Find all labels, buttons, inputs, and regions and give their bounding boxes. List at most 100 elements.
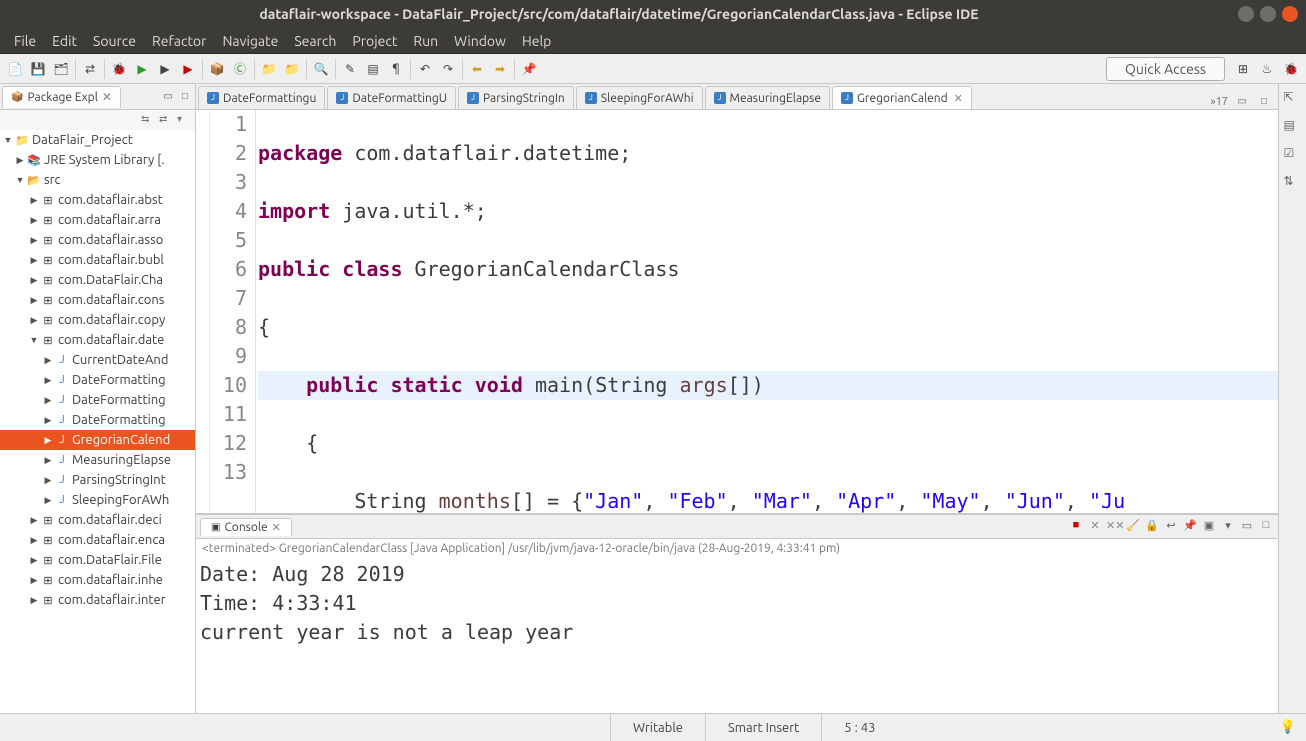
task-list-button[interactable]: ☑ xyxy=(1284,146,1302,164)
terminate-button[interactable]: ■ xyxy=(1068,519,1084,535)
scroll-lock-button[interactable]: 🔒 xyxy=(1144,519,1160,535)
toggle-mark-button[interactable]: ✎ xyxy=(339,58,361,80)
close-icon[interactable]: ✕ xyxy=(272,521,281,534)
package-node[interactable]: ▶⊞com.dataflair.deci xyxy=(0,510,195,530)
menu-search[interactable]: Search xyxy=(286,33,344,49)
java-file-node[interactable]: ▶JCurrentDateAnd xyxy=(0,350,195,370)
whitespace-button[interactable]: ¶ xyxy=(385,58,407,80)
menu-run[interactable]: Run xyxy=(405,33,446,49)
pin-button[interactable]: 📌 xyxy=(518,58,540,80)
open-perspective-button[interactable]: ⊞ xyxy=(1232,58,1254,80)
tab-dateformattingu[interactable]: JDateFormattingu xyxy=(198,86,325,109)
prev-annotation-button[interactable]: ↶ xyxy=(414,58,436,80)
tab-overflow[interactable]: »17 ▭ □ xyxy=(1210,95,1278,109)
coverage-button[interactable]: ▶ xyxy=(154,58,176,80)
quick-access[interactable]: Quick Access xyxy=(1106,57,1225,81)
package-node[interactable]: ▶⊞com.dataflair.asso xyxy=(0,230,195,250)
code-editor[interactable]: 1 2 3 4 5 6 7 8 9 10 11 12 13 package co… xyxy=(196,110,1278,513)
open-type-button[interactable]: 📁 xyxy=(258,58,280,80)
java-file-node[interactable]: ▶JSleepingForAWh xyxy=(0,490,195,510)
package-node[interactable]: ▶⊞com.DataFlair.Cha xyxy=(0,270,195,290)
package-node[interactable]: ▶⊞com.dataflair.cons xyxy=(0,290,195,310)
pin-console-button[interactable]: 📌 xyxy=(1182,519,1198,535)
link-editor-button[interactable]: ⇄ xyxy=(159,113,173,127)
package-node-open[interactable]: ▼⊞com.dataflair.date xyxy=(0,330,195,350)
menu-source[interactable]: Source xyxy=(85,33,144,49)
tab-dateformatting-upper[interactable]: JDateFormattingU xyxy=(327,86,456,109)
display-console-button[interactable]: ▣ xyxy=(1201,519,1217,535)
debug-button[interactable]: 🐞 xyxy=(108,58,130,80)
new-button[interactable]: 📄 xyxy=(4,58,26,80)
console-output[interactable]: Date: Aug 28 2019Time: 4:33:41current ye… xyxy=(196,558,1278,713)
tab-parsingstringin[interactable]: JParsingStringIn xyxy=(458,86,574,109)
menu-help[interactable]: Help xyxy=(514,33,559,49)
menu-navigate[interactable]: Navigate xyxy=(214,33,286,49)
menu-project[interactable]: Project xyxy=(344,33,405,49)
clear-console-button[interactable]: 🧹 xyxy=(1125,519,1141,535)
tip-icon[interactable]: 💡 xyxy=(1280,720,1306,735)
package-explorer-tab[interactable]: 📦 Package Expl ✕ xyxy=(2,86,121,108)
back-button[interactable]: ⬅ xyxy=(466,58,488,80)
toggle-button[interactable]: ⇄ xyxy=(79,58,101,80)
code-content[interactable]: package com.dataflair.datetime; import j… xyxy=(256,110,1278,513)
jre-library-node[interactable]: ▶📚JRE System Library [. xyxy=(0,150,195,170)
remove-all-button[interactable]: ✕✕ xyxy=(1106,519,1122,535)
java-file-node[interactable]: ▶JDateFormatting xyxy=(0,410,195,430)
close-button[interactable] xyxy=(1282,6,1298,22)
package-node[interactable]: ▶⊞com.DataFlair.File xyxy=(0,550,195,570)
open-task-button[interactable]: 📁 xyxy=(281,58,303,80)
package-node[interactable]: ▶⊞com.dataflair.inhe xyxy=(0,570,195,590)
package-node[interactable]: ▶⊞com.dataflair.bubl xyxy=(0,250,195,270)
debug-perspective-button[interactable]: 🐞 xyxy=(1280,58,1302,80)
menu-file[interactable]: File xyxy=(6,33,44,49)
java-perspective-button[interactable]: ♨ xyxy=(1256,58,1278,80)
package-node[interactable]: ▶⊞com.dataflair.inter xyxy=(0,590,195,610)
search-button[interactable]: 🔍 xyxy=(310,58,332,80)
ext-tools-button[interactable]: ▶ xyxy=(177,58,199,80)
forward-button[interactable]: ➡ xyxy=(489,58,511,80)
run-button[interactable]: ▶ xyxy=(131,58,153,80)
close-icon[interactable]: ✕ xyxy=(954,92,963,105)
view-menu-button[interactable]: ▾ xyxy=(177,113,191,127)
maximize-console-button[interactable]: □ xyxy=(1258,519,1274,535)
restore-button[interactable]: ⇱ xyxy=(1284,90,1302,108)
java-file-node-selected[interactable]: ▶JGregorianCalend xyxy=(0,430,195,450)
minimize-view-button[interactable]: ▭ xyxy=(160,90,176,104)
java-file-node[interactable]: ▶JDateFormatting xyxy=(0,370,195,390)
package-node[interactable]: ▶⊞com.dataflair.abst xyxy=(0,190,195,210)
maximize-editor-button[interactable]: □ xyxy=(1256,95,1272,109)
project-tree[interactable]: ▼📁DataFlair_Project ▶📚JRE System Library… xyxy=(0,130,195,713)
maximize-button[interactable] xyxy=(1260,6,1276,22)
word-wrap-button[interactable]: ↩ xyxy=(1163,519,1179,535)
outline-view-button[interactable]: ▤ xyxy=(1284,118,1302,136)
tab-measuringelapse[interactable]: JMeasuringElapse xyxy=(705,86,830,109)
toggle-block-button[interactable]: ▤ xyxy=(362,58,384,80)
tab-gregoriancalend[interactable]: JGregorianCalend✕ xyxy=(832,86,972,109)
save-all-button[interactable]: 🗂 xyxy=(50,58,72,80)
java-file-node[interactable]: ▶JParsingStringInt xyxy=(0,470,195,490)
src-folder-node[interactable]: ▼📂src xyxy=(0,170,195,190)
remove-launch-button[interactable]: ✕ xyxy=(1087,519,1103,535)
console-tab[interactable]: ▣ Console ✕ xyxy=(200,518,292,536)
package-node[interactable]: ▶⊞com.dataflair.copy xyxy=(0,310,195,330)
project-node[interactable]: ▼📁DataFlair_Project xyxy=(0,130,195,150)
menu-refactor[interactable]: Refactor xyxy=(144,33,214,49)
minimize-editor-button[interactable]: ▭ xyxy=(1234,95,1250,109)
close-icon[interactable]: ✕ xyxy=(102,90,112,104)
save-button[interactable]: 💾 xyxy=(27,58,49,80)
maximize-view-button[interactable]: □ xyxy=(177,90,193,104)
tab-sleepingforawhi[interactable]: JSleepingForAWhi xyxy=(576,86,703,109)
package-node[interactable]: ▶⊞com.dataflair.arra xyxy=(0,210,195,230)
next-annotation-button[interactable]: ↷ xyxy=(437,58,459,80)
minimize-console-button[interactable]: ▭ xyxy=(1239,519,1255,535)
collapse-all-button[interactable]: ⇆ xyxy=(141,113,155,127)
type-hierarchy-button[interactable]: ⇅ xyxy=(1284,174,1302,192)
java-file-node[interactable]: ▶JMeasuringElapse xyxy=(0,450,195,470)
minimize-button[interactable] xyxy=(1238,6,1254,22)
open-console-button[interactable]: ▾ xyxy=(1220,519,1236,535)
java-file-node[interactable]: ▶JDateFormatting xyxy=(0,390,195,410)
menu-edit[interactable]: Edit xyxy=(44,33,85,49)
menu-window[interactable]: Window xyxy=(446,33,514,49)
package-node[interactable]: ▶⊞com.dataflair.enca xyxy=(0,530,195,550)
new-package-button[interactable]: 📦 xyxy=(206,58,228,80)
